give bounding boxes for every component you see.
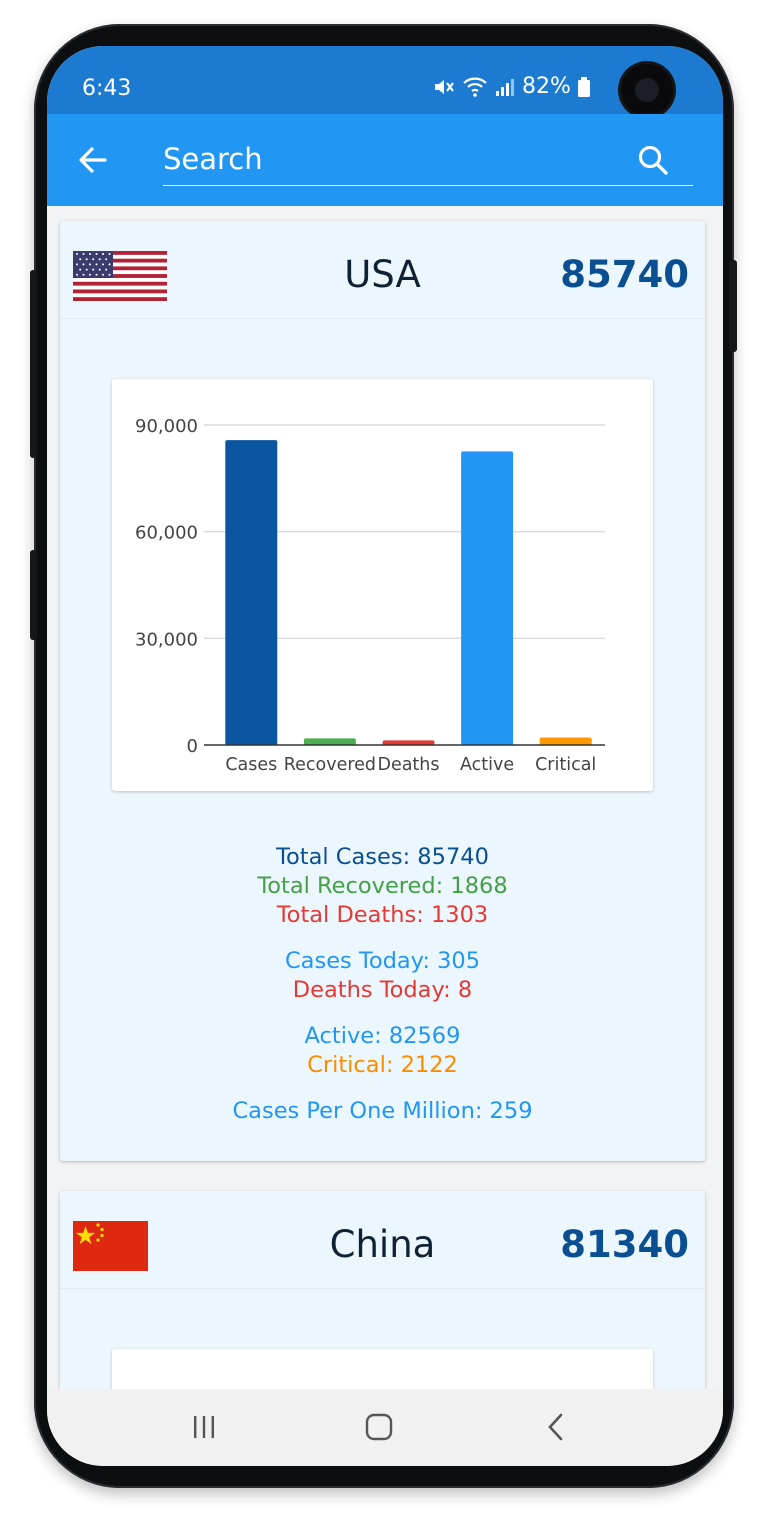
card-header: China 81340 xyxy=(60,1191,705,1289)
total-recovered-text: Total Recovered: 1868 xyxy=(257,873,508,899)
status-bar: 6:43 82% xyxy=(47,46,723,116)
search-button[interactable] xyxy=(633,140,673,180)
signal-icon xyxy=(496,78,514,96)
x-tick-label: Recovered xyxy=(284,755,376,775)
today-group: Cases Today: 305 Deaths Today: 8 xyxy=(60,947,705,1005)
per-million-text: Cases Per One Million: 259 xyxy=(232,1098,533,1124)
per-million-group: Cases Per One Million: 259 xyxy=(60,1097,705,1126)
country-list[interactable]: USA 85740 0 30,000 60,000 90,000 Cases Recove… xyxy=(47,206,723,1466)
search-icon xyxy=(638,145,668,175)
total-deaths-text: Total Deaths: 1303 xyxy=(276,902,489,928)
country-total-cases: 85740 xyxy=(560,253,689,296)
chevron-left-icon xyxy=(548,1413,563,1441)
back-button[interactable] xyxy=(73,140,113,180)
power-button xyxy=(729,260,737,352)
stats-block: Total Cases: 85740 Total Recovered: 1868… xyxy=(60,843,705,1143)
arrow-left-icon xyxy=(79,147,107,173)
search-input[interactable] xyxy=(163,138,693,186)
volume-up-button xyxy=(30,270,37,458)
bixby-button xyxy=(30,550,37,640)
active-group: Active: 82569 Critical: 2122 xyxy=(60,1022,705,1080)
critical-text: Critical: 2122 xyxy=(307,1052,458,1078)
y-tick-label: 90,000 xyxy=(135,416,198,437)
battery-icon xyxy=(577,76,590,97)
nav-back-button[interactable] xyxy=(534,1407,578,1447)
mute-vibrate-icon xyxy=(435,79,454,94)
wifi-icon xyxy=(463,77,487,97)
home-button[interactable] xyxy=(357,1407,401,1447)
total-cases-text: Total Cases: 85740 xyxy=(276,844,489,870)
bar-critical xyxy=(539,737,592,745)
recent-apps-button[interactable] xyxy=(182,1407,226,1447)
bar-chart: 0 30,000 60,000 90,000 Cases Recovered Deaths A… xyxy=(112,379,653,791)
status-time: 6:43 xyxy=(82,76,132,101)
bar-chart-svg: 0 30,000 60,000 90,000 Cases Recovered Deaths A… xyxy=(135,416,605,775)
y-tick-label: 30,000 xyxy=(135,629,198,650)
x-tick-label: Active xyxy=(460,755,514,775)
bar-active xyxy=(461,451,514,745)
y-tick-label: 0 xyxy=(187,736,198,757)
card-header: USA 85740 xyxy=(60,221,705,319)
home-icon xyxy=(365,1413,393,1441)
app-bar xyxy=(47,114,723,206)
front-camera xyxy=(621,64,673,116)
bar-cases xyxy=(225,440,278,745)
y-tick-label: 60,000 xyxy=(135,523,198,544)
totals-group: Total Cases: 85740 Total Recovered: 1868… xyxy=(60,843,705,930)
bar-recovered xyxy=(303,738,356,745)
x-tick-label: Cases xyxy=(225,755,277,775)
cases-today-text: Cases Today: 305 xyxy=(284,948,481,974)
country-total-cases: 81340 xyxy=(560,1223,689,1266)
active-text: Active: 82569 xyxy=(304,1023,461,1049)
status-icons: 82% xyxy=(432,74,591,99)
deaths-today-text: Deaths Today: 8 xyxy=(292,977,473,1003)
x-tick-label: Critical xyxy=(535,755,596,775)
x-tick-label: Deaths xyxy=(377,755,439,775)
phone-screen: 6:43 82% Search USA 85740 0 30,000 60,00… xyxy=(47,46,723,1466)
recent-apps-icon xyxy=(194,1416,214,1438)
battery-percent: 82% xyxy=(522,74,571,99)
system-navigation-bar xyxy=(47,1389,723,1466)
country-card-usa[interactable]: USA 85740 0 30,000 60,000 90,000 Cases Recove… xyxy=(60,221,705,1161)
